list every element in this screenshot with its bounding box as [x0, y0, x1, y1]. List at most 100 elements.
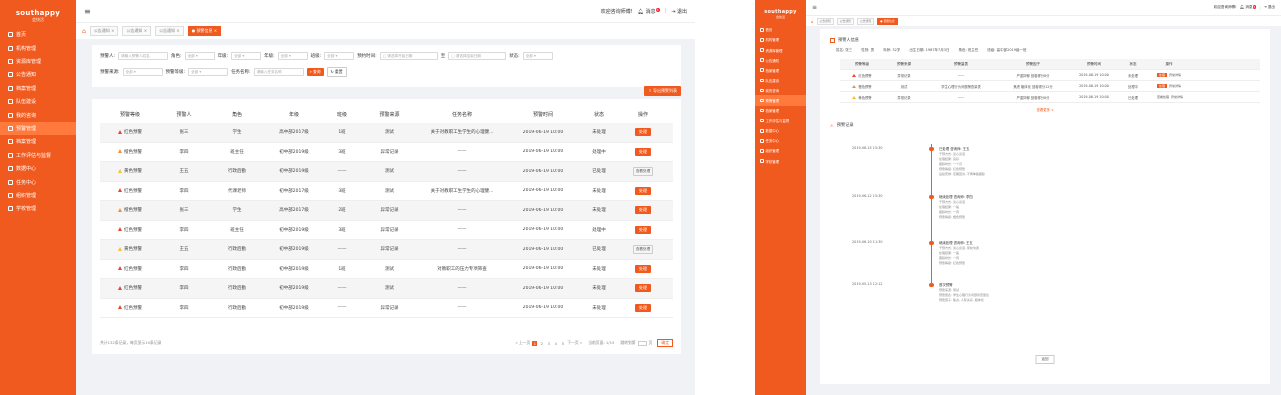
handle-button[interactable]: 处理 [635, 284, 651, 293]
query-button[interactable]: ⌕ 查询 [306, 68, 324, 76]
detail-link[interactable]: 异常详情 [1169, 73, 1181, 77]
sidebar-item[interactable]: 档案管理 [755, 65, 806, 75]
sidebar-item[interactable]: 任务中心 [755, 136, 806, 146]
handle-button[interactable]: 处理 [635, 225, 651, 234]
sidebar-item[interactable]: 任务中心 [0, 175, 76, 188]
sidebar-item[interactable]: 首页 [755, 25, 806, 35]
logout-button[interactable]: ⇥ 退出 [1264, 5, 1275, 10]
logout-button[interactable]: ⇥ 退出 [671, 8, 687, 15]
warning-level-icon [118, 188, 122, 193]
pagination: 共计132条记录，每页显示10条记录 « 上一页 12345 下一页 » 当前页… [100, 339, 673, 347]
sidebar-item[interactable]: 组织管理 [755, 146, 806, 156]
sidebar-item[interactable]: 数据中心 [755, 126, 806, 136]
sidebar-item[interactable]: 资源库管理 [0, 55, 76, 68]
sidebar-item[interactable]: 学校管理 [755, 156, 806, 166]
warner-input[interactable]: 请输入预警人姓名 [118, 52, 169, 60]
page-number[interactable]: 4 [553, 341, 558, 346]
sidebar-item[interactable]: 我的咨询 [755, 85, 806, 95]
handle-button[interactable]: 处理 [635, 206, 651, 215]
menu-toggle-icon[interactable]: ≡ [812, 4, 817, 11]
cell-person: 李四 [179, 305, 189, 311]
goto-page-input[interactable] [637, 340, 647, 346]
sidebar-item[interactable]: 工作评估与监督 [0, 149, 76, 162]
sidebar-item[interactable]: 档案管理 [0, 82, 76, 95]
view-more-link[interactable]: 查看更多 ∨ [830, 107, 1260, 112]
home-icon[interactable]: ⌂ [811, 19, 814, 24]
sidebar-item[interactable]: 工作评估与监督 [755, 116, 806, 126]
sidebar-item[interactable]: 组织管理 [0, 189, 76, 202]
role-select[interactable]: 全部 ▾ [184, 52, 215, 60]
handle-button[interactable]: 处理 [635, 128, 651, 137]
tab-item[interactable]: 公告通知 × [155, 26, 184, 36]
sidebar-item[interactable]: 公告通知 [755, 55, 806, 65]
back-button[interactable]: 返回 [1035, 355, 1055, 364]
grade-select[interactable]: 全部 ▾ [231, 52, 262, 60]
status-select[interactable]: 全部 ▾ [522, 52, 553, 60]
handle-button[interactable]: 处理 [1156, 73, 1167, 77]
sidebar-item[interactable]: 机构管理 [0, 41, 76, 54]
menu-item-icon [8, 192, 13, 198]
page-unit: 页 [648, 340, 653, 345]
sidebar-item[interactable]: 首页 [0, 28, 76, 41]
task-input[interactable]: 请输入任务名称 [253, 68, 304, 76]
sidebar-item[interactable]: 队伍建设 [0, 95, 76, 108]
detail-link[interactable]: 异常详情 [1171, 95, 1183, 99]
prev-page-button[interactable]: « 上一页 [515, 340, 530, 346]
sidebar-item[interactable]: 机构管理 [755, 35, 806, 45]
end-date-input[interactable]: ▢ 请选择结束日期 [448, 52, 507, 60]
page-number[interactable]: 3 [546, 341, 551, 346]
menu-item-icon [8, 126, 13, 131]
sidebar-item[interactable]: 档案管理 [755, 106, 806, 116]
event-title: 已处理 咨询师: 王五 [939, 147, 970, 151]
tab-item[interactable]: ● 预警信息 × [187, 26, 222, 36]
sidebar-item[interactable]: 档案管理 [0, 135, 76, 148]
cell-action: 处理 [619, 147, 667, 156]
cell-src: 测试 [385, 169, 394, 175]
sidebar-item[interactable]: 公告通知 [0, 68, 76, 81]
page-number[interactable]: 5 [560, 341, 565, 346]
sidebar-item[interactable]: 数据中心 [0, 162, 76, 175]
sidebar-item[interactable]: 预警管理 [755, 95, 806, 106]
handle-button[interactable]: 处理 [635, 264, 651, 273]
cell-cls: —— [337, 168, 347, 174]
warn-level-select[interactable]: 全部 ▾ [188, 68, 229, 76]
handle-button[interactable]: 处理 [635, 303, 651, 312]
mini-cell-time: 2019-06-19 10:00 [1079, 95, 1109, 99]
page-number[interactable]: 2 [539, 341, 544, 346]
class-select[interactable]: 全部 ▾ [324, 52, 355, 60]
handle-button[interactable]: 处理 [635, 186, 651, 195]
warning-level-text: 黄色预警 [124, 247, 142, 253]
start-date-input[interactable]: ▢ 请选择开始日期 [379, 52, 438, 60]
reset-button[interactable]: ↻ 重置 [326, 67, 347, 77]
tab-item[interactable]: 公告通知 [856, 17, 875, 25]
source-select[interactable]: 全部 ▾ [122, 68, 163, 76]
next-page-button[interactable]: 下一页 » [567, 340, 582, 346]
view-handling-link[interactable]: 查看处理 [632, 166, 654, 176]
cell-person: 李四 [179, 188, 189, 194]
menu-toggle-icon[interactable]: ≡ [84, 7, 91, 16]
cell-action: 处理 [619, 206, 667, 215]
handle-button[interactable]: 处理 [1156, 84, 1167, 88]
page-number[interactable]: 1 [532, 340, 538, 346]
handle-button[interactable]: 查看处理 [1157, 95, 1169, 99]
tab-item[interactable]: 公告通知 × [89, 26, 119, 36]
tab-item[interactable]: 公告通知 × [122, 26, 152, 36]
sidebar-item[interactable]: 预警管理 [0, 121, 76, 136]
level-select[interactable]: 全部 ▾ [277, 52, 308, 60]
view-handling-link[interactable]: 查看处理 [632, 244, 654, 254]
tab-item[interactable]: 公告通知 [836, 17, 854, 25]
messages-button[interactable]: 🔔︎ 消息5 [1240, 5, 1257, 10]
goto-confirm-button[interactable]: 确定 [657, 339, 673, 347]
home-icon[interactable]: ⌂ [82, 28, 86, 35]
sidebar-item[interactable]: 我的咨询 [0, 108, 76, 121]
messages-button[interactable]: 🔔︎ 消息5 [638, 7, 660, 15]
tab-item[interactable]: ● 预警信息 [877, 17, 898, 25]
sidebar-item[interactable]: 资源库管理 [755, 45, 806, 55]
tab-item[interactable]: 公告通知 [816, 17, 834, 25]
cell-grade: 初中部2019级 [279, 286, 309, 292]
export-button[interactable]: ⇪ 导出预警列表 [644, 86, 681, 96]
sidebar-item[interactable]: 队伍建设 [755, 75, 806, 85]
sidebar-item[interactable]: 学校管理 [0, 202, 76, 215]
handle-button[interactable]: 处理 [635, 147, 651, 156]
detail-link[interactable]: 异常详情 [1169, 84, 1181, 88]
